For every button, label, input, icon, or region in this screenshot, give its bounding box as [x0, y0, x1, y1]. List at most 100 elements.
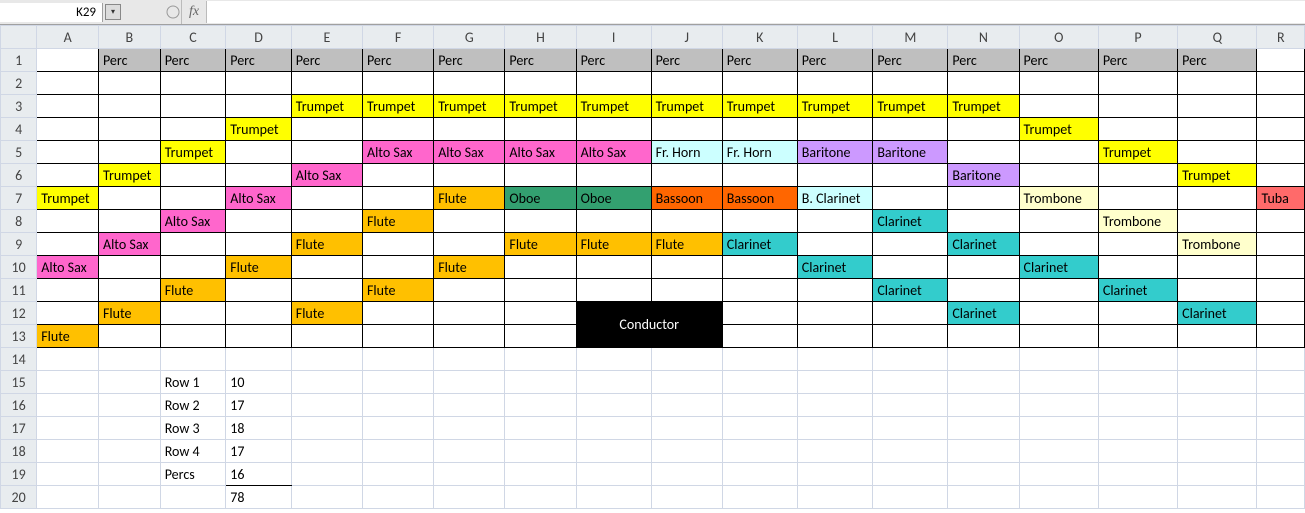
cell-B10[interactable]	[98, 256, 160, 279]
cell-C14[interactable]	[160, 348, 226, 371]
row-header-11[interactable]: 11	[1, 279, 37, 302]
cell-J19[interactable]	[651, 463, 722, 486]
cell-L11[interactable]	[797, 279, 873, 302]
cell-F18[interactable]	[362, 440, 433, 463]
cell-K10[interactable]	[722, 256, 797, 279]
col-header-R[interactable]: R	[1257, 26, 1305, 49]
cell-N9[interactable]: Clarinet	[948, 233, 1019, 256]
cell-B14[interactable]	[98, 348, 160, 371]
col-header-J[interactable]: J	[651, 26, 722, 49]
cell-O15[interactable]	[1019, 371, 1098, 394]
cell-H13[interactable]	[505, 325, 576, 348]
cell-M11[interactable]: Clarinet	[873, 279, 948, 302]
cell-J9[interactable]: Flute	[651, 233, 722, 256]
cell-Q4[interactable]	[1178, 118, 1257, 141]
cell-C20[interactable]	[160, 486, 226, 509]
cell-G18[interactable]	[434, 440, 505, 463]
cell-A19[interactable]	[37, 463, 99, 486]
cell-N16[interactable]	[948, 394, 1019, 417]
formula-input[interactable]	[206, 1, 1305, 23]
cell-C7[interactable]	[160, 187, 226, 210]
cell-B19[interactable]	[98, 463, 160, 486]
cell-P4[interactable]	[1098, 118, 1177, 141]
cell-E11[interactable]	[291, 279, 362, 302]
cell-R12[interactable]	[1257, 302, 1305, 325]
cell-R4[interactable]	[1257, 118, 1305, 141]
cell-C16[interactable]: Row 2	[160, 394, 226, 417]
cell-C1[interactable]: Perc	[160, 49, 226, 72]
cell-N18[interactable]	[948, 440, 1019, 463]
cell-Q3[interactable]	[1178, 95, 1257, 118]
cell-O11[interactable]	[1019, 279, 1098, 302]
cell-L19[interactable]	[797, 463, 873, 486]
cell-M20[interactable]	[873, 486, 948, 509]
cell-C18[interactable]: Row 4	[160, 440, 226, 463]
cell-R7[interactable]: Tuba	[1257, 187, 1305, 210]
cell-P17[interactable]	[1098, 417, 1177, 440]
cell-R10[interactable]	[1257, 256, 1305, 279]
cell-N19[interactable]	[948, 463, 1019, 486]
cell-L16[interactable]	[797, 394, 873, 417]
cell-E8[interactable]	[291, 210, 362, 233]
cell-N17[interactable]	[948, 417, 1019, 440]
cell-J6[interactable]	[651, 164, 722, 187]
cell-C4[interactable]	[160, 118, 226, 141]
cell-Q2[interactable]	[1178, 72, 1257, 95]
cell-K20[interactable]	[722, 486, 797, 509]
cell-R1[interactable]	[1257, 49, 1305, 72]
cell-H15[interactable]	[505, 371, 576, 394]
cell-D15[interactable]: 10	[226, 371, 292, 394]
cell-R6[interactable]	[1257, 164, 1305, 187]
cell-I11[interactable]	[576, 279, 651, 302]
cell-G7[interactable]: Flute	[434, 187, 505, 210]
cell-K14[interactable]	[722, 348, 797, 371]
cell-J4[interactable]	[651, 118, 722, 141]
col-header-L[interactable]: L	[797, 26, 873, 49]
cell-C2[interactable]	[160, 72, 226, 95]
cell-I16[interactable]	[576, 394, 651, 417]
cell-Q16[interactable]	[1178, 394, 1257, 417]
cell-F16[interactable]	[362, 394, 433, 417]
cell-C15[interactable]: Row 1	[160, 371, 226, 394]
cell-C10[interactable]	[160, 256, 226, 279]
cell-B7[interactable]	[98, 187, 160, 210]
col-header-F[interactable]: F	[362, 26, 433, 49]
cell-D12[interactable]	[226, 302, 292, 325]
cell-B4[interactable]	[98, 118, 160, 141]
cell-L10[interactable]: Clarinet	[797, 256, 873, 279]
row-header-18[interactable]: 18	[1, 440, 37, 463]
cell-G6[interactable]	[434, 164, 505, 187]
cell-K17[interactable]	[722, 417, 797, 440]
cell-P16[interactable]	[1098, 394, 1177, 417]
row-header-15[interactable]: 15	[1, 371, 37, 394]
cell-Q18[interactable]	[1178, 440, 1257, 463]
cell-H12[interactable]	[505, 302, 576, 325]
cell-H18[interactable]	[505, 440, 576, 463]
cell-E19[interactable]	[291, 463, 362, 486]
cell-F14[interactable]	[362, 348, 433, 371]
cell-J17[interactable]	[651, 417, 722, 440]
cell-A16[interactable]	[37, 394, 99, 417]
cell-L2[interactable]	[797, 72, 873, 95]
cell-Q9[interactable]: Trombone	[1178, 233, 1257, 256]
cell-K16[interactable]	[722, 394, 797, 417]
col-header-E[interactable]: E	[291, 26, 362, 49]
cell-D1[interactable]: Perc	[226, 49, 292, 72]
cell-J14[interactable]	[651, 348, 722, 371]
cell-J16[interactable]	[651, 394, 722, 417]
cell-B12[interactable]: Flute	[98, 302, 160, 325]
spreadsheet-grid[interactable]: ABCDEFGHIJKLMNOPQR 1PercPercPercPercPerc…	[0, 25, 1305, 509]
cell-K7[interactable]: Bassoon	[722, 187, 797, 210]
cell-B15[interactable]	[98, 371, 160, 394]
cell-R11[interactable]	[1257, 279, 1305, 302]
cell-K15[interactable]	[722, 371, 797, 394]
cell-N3[interactable]: Trumpet	[948, 95, 1019, 118]
cell-I19[interactable]	[576, 463, 651, 486]
cell-E5[interactable]	[291, 141, 362, 164]
cell-E18[interactable]	[291, 440, 362, 463]
cell-M2[interactable]	[873, 72, 948, 95]
cell-E6[interactable]: Alto Sax	[291, 164, 362, 187]
cell-L17[interactable]	[797, 417, 873, 440]
cell-E7[interactable]	[291, 187, 362, 210]
cell-G16[interactable]	[434, 394, 505, 417]
